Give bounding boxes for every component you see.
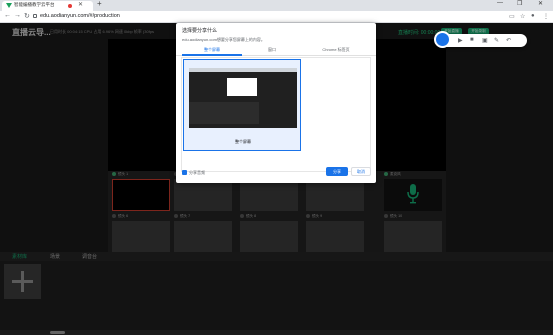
forward-arrow-icon[interactable]: → — [14, 12, 21, 19]
address-bar[interactable]: edu.aodianyun.com/#/production — [40, 13, 120, 19]
recording-indicator-icon — [68, 4, 72, 8]
screen-preview-image — [189, 68, 297, 128]
thumbnail-label: 整个屏幕 — [235, 139, 251, 144]
browser-tab[interactable]: 智能编播教学云平台 ✕ — [2, 1, 93, 11]
stop-icon[interactable]: ■ — [470, 37, 474, 43]
browser-tab-strip: 智能编播教学云平台 ✕ + — ❐ ✕ — [0, 0, 553, 11]
tab-entire-screen[interactable]: 整个屏幕 — [182, 47, 242, 53]
browser-toolbar: ← → ↻ edu.aodianyun.com/#/production ▭ ☆… — [0, 11, 553, 23]
undo-icon[interactable]: ↶ — [506, 37, 511, 44]
bookmark-star-icon[interactable]: ☆ — [520, 13, 525, 20]
new-tab-button[interactable]: + — [97, 0, 102, 8]
tab-title: 智能编播教学云平台 — [14, 2, 55, 7]
screen-thumbnail[interactable]: 整个屏幕 — [183, 59, 301, 151]
tab-chrome-tab[interactable]: Chrome 标签页 — [302, 47, 370, 53]
active-tab-indicator — [182, 54, 242, 56]
share-audio-label: 分享音频 — [189, 170, 205, 175]
pen-icon[interactable]: ✎ — [494, 37, 499, 44]
menu-kebab-icon[interactable]: ⋮ — [543, 13, 549, 20]
share-audio-checkbox[interactable] — [182, 170, 187, 175]
minimize-button[interactable]: — — [497, 0, 503, 6]
reload-icon[interactable]: ↻ — [24, 12, 30, 20]
mini-browser-bar — [189, 68, 297, 72]
camera-bubble-icon[interactable] — [434, 31, 451, 48]
cancel-button[interactable]: 取消 — [351, 167, 371, 176]
tab-window[interactable]: 窗口 — [242, 47, 302, 53]
camera-icon[interactable]: ▣ — [482, 37, 488, 44]
dialog-title: 选择要分享什么 — [182, 28, 218, 34]
dialog-subtitle: edu.aodianyun.com想要分享您屏幕上的内容。 — [182, 37, 265, 42]
maximize-button[interactable]: ❐ — [517, 0, 522, 7]
lock-icon — [33, 14, 37, 18]
profile-icon[interactable]: ● — [531, 13, 535, 19]
mini-grid — [189, 102, 259, 124]
play-icon[interactable]: ▶ — [458, 37, 463, 44]
back-arrow-icon[interactable]: ← — [4, 12, 11, 19]
tab-close-icon[interactable]: ✕ — [78, 1, 83, 8]
source-list: 整个屏幕 — [181, 57, 371, 172]
cast-icon[interactable]: ▭ — [509, 13, 515, 20]
share-button[interactable]: 分享 — [326, 167, 348, 176]
close-window-button[interactable]: ✕ — [538, 0, 543, 7]
mini-dialog — [227, 78, 257, 96]
share-screen-dialog: 选择要分享什么 edu.aodianyun.com想要分享您屏幕上的内容。 整个… — [176, 23, 376, 183]
floating-record-toolbar: ▶ ■ ▣ ✎ ↶ — [434, 31, 527, 48]
site-favicon-icon — [6, 3, 12, 8]
